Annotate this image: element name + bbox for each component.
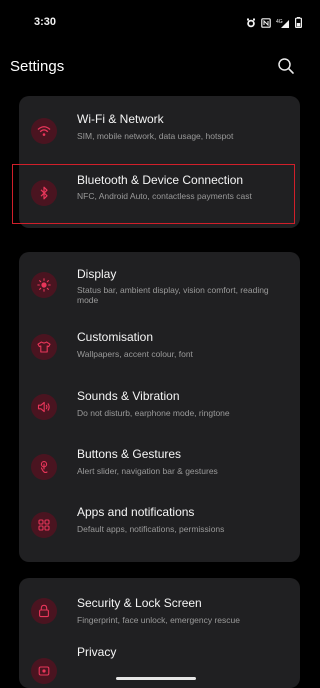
gestures-icon	[31, 454, 57, 480]
settings-card-connectivity: Wi-Fi & Network SIM, mobile network, dat…	[19, 96, 300, 228]
page-title: Settings	[10, 58, 65, 75]
nfc-icon	[261, 15, 271, 33]
settings-item-display[interactable]: Display Status bar, ambient display, vis…	[19, 252, 300, 318]
settings-card-device: Display Status bar, ambient display, vis…	[19, 252, 300, 562]
app-header: Settings	[0, 54, 308, 82]
settings-item-gestures[interactable]: Buttons & Gestures Alert slider, navigat…	[19, 434, 300, 492]
item-title: Wi-Fi & Network	[77, 112, 164, 126]
customisation-icon	[31, 334, 57, 360]
status-icons: 4G	[246, 15, 303, 33]
wifi-icon	[31, 118, 57, 144]
item-subtitle: Alert slider, navigation bar & gestures	[77, 466, 218, 476]
lock-icon	[31, 598, 57, 624]
settings-item-privacy[interactable]: Privacy	[19, 640, 300, 688]
apps-icon	[31, 512, 57, 538]
item-subtitle: SIM, mobile network, data usage, hotspot	[77, 131, 234, 141]
battery-icon	[295, 15, 303, 33]
item-title: Display	[77, 267, 117, 281]
settings-card-security: Security & Lock Screen Fingerprint, face…	[19, 578, 300, 688]
bluetooth-icon	[31, 180, 57, 206]
item-subtitle: NFC, Android Auto, contactless payments …	[77, 191, 252, 201]
item-title: Bluetooth & Device Connection	[77, 173, 244, 187]
display-icon	[31, 272, 57, 298]
settings-item-bluetooth[interactable]: Bluetooth & Device Connection NFC, Andro…	[19, 160, 300, 228]
status-time: 3:30	[34, 16, 57, 28]
status-bar: 3:30 4G	[0, 0, 308, 44]
item-title: Security & Lock Screen	[77, 596, 202, 610]
item-subtitle: Do not disturb, earphone mode, ringtone	[77, 408, 230, 418]
alarm-icon	[246, 15, 256, 33]
settings-item-security[interactable]: Security & Lock Screen Fingerprint, face…	[19, 578, 300, 640]
sound-icon	[31, 394, 57, 420]
item-title: Apps and notifications	[77, 505, 195, 519]
item-subtitle: Wallpapers, accent colour, font	[77, 349, 193, 359]
settings-item-sounds[interactable]: Sounds & Vibration Do not disturb, earph…	[19, 376, 300, 434]
item-title: Buttons & Gestures	[77, 447, 182, 461]
settings-item-apps[interactable]: Apps and notifications Default apps, not…	[19, 492, 300, 554]
svg-text:4G: 4G	[276, 19, 283, 25]
item-subtitle: Fingerprint, face unlock, emergency resc…	[77, 615, 240, 625]
item-title: Sounds & Vibration	[77, 389, 180, 403]
settings-item-customisation[interactable]: Customisation Wallpapers, accent colour,…	[19, 318, 300, 376]
item-subtitle: Status bar, ambient display, vision comf…	[77, 285, 269, 305]
settings-item-wifi[interactable]: Wi-Fi & Network SIM, mobile network, dat…	[19, 96, 300, 160]
privacy-icon	[31, 658, 57, 684]
item-subtitle: Default apps, notifications, permissions	[77, 524, 225, 534]
signal-4g-icon: 4G	[276, 15, 290, 33]
home-indicator[interactable]	[116, 677, 196, 680]
search-icon	[278, 58, 294, 74]
item-title: Privacy	[77, 645, 117, 659]
item-title: Customisation	[77, 330, 154, 344]
search-button[interactable]	[276, 56, 296, 76]
